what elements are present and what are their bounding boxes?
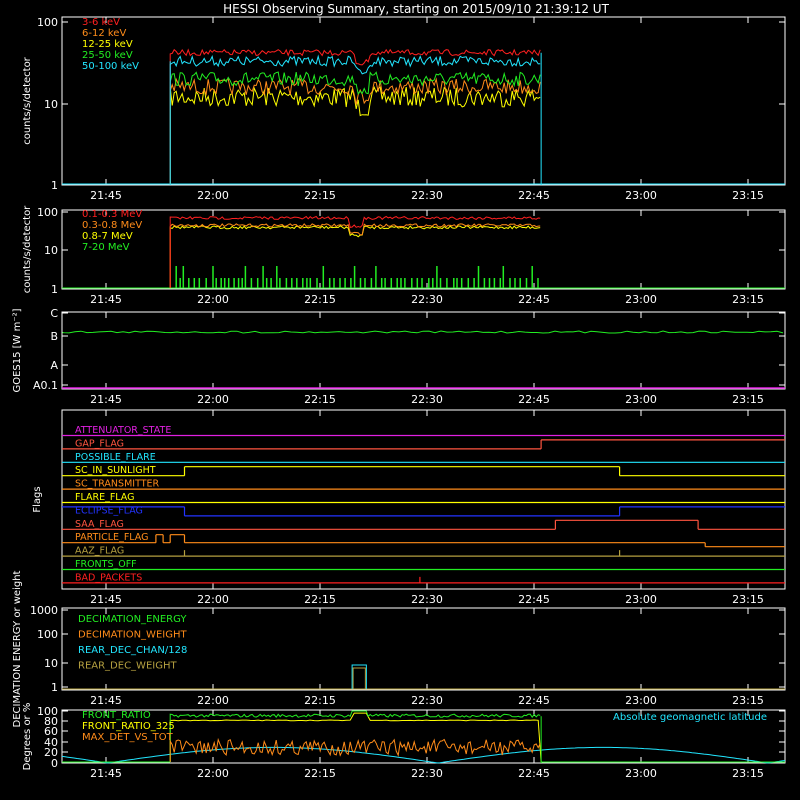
legend-item: DECIMATION_WEIGHT [78, 630, 187, 641]
x-tick-label: 22:30 [411, 293, 443, 306]
legend-item: REAR_DEC_CHAN/128 [78, 645, 187, 656]
x-tick-label: 21:45 [90, 767, 122, 780]
legend-item: MAX_DET_VS_TOT [82, 732, 174, 743]
x-tick-label: 23:15 [732, 393, 764, 406]
flag-label: ATTENUATOR_STATE [75, 425, 171, 436]
legend-item: 3-6 keV [82, 17, 120, 28]
flag-label: SC_TRANSMITTER [75, 479, 160, 490]
y-tick-label: 100 [37, 206, 58, 219]
annotation-label: Absolute geomagnetic latitude [613, 712, 767, 723]
x-tick-label: 22:45 [518, 393, 550, 406]
x-tick-label: 22:00 [197, 767, 229, 780]
x-tick-label: 23:00 [625, 593, 657, 606]
x-tick-label: 22:00 [197, 293, 229, 306]
y-tick-label: 1 [51, 283, 58, 296]
legend-item: REAR_DEC_WEIGHT [78, 661, 177, 672]
x-tick-label: 22:30 [411, 694, 443, 707]
y-axis-label: Degrees or % [22, 703, 33, 771]
x-tick-label: 23:15 [732, 767, 764, 780]
x-tick-label: 22:00 [197, 694, 229, 707]
x-tick-label: 21:45 [90, 694, 122, 707]
y-tick-label: 1000 [30, 604, 58, 617]
x-tick-label: 22:45 [518, 293, 550, 306]
x-tick-label: 22:15 [304, 293, 336, 306]
chart-title: HESSI Observing Summary, starting on 201… [223, 2, 609, 16]
flag-label: AAZ_FLAG [75, 546, 124, 557]
x-tick-label: 22:45 [518, 189, 550, 202]
flag-label: PARTICLE_FLAG [75, 532, 148, 543]
flag-label: SAA_FLAG [75, 519, 124, 530]
legend-item: 0.8-7 MeV [82, 231, 133, 242]
legend-item: 0.1-0.3 MeV [82, 209, 142, 220]
flag-label: GAP_FLAG [75, 438, 124, 449]
x-tick-label: 23:00 [625, 767, 657, 780]
y-tick-label: 100 [37, 705, 58, 718]
x-tick-label: 21:45 [90, 593, 122, 606]
y-axis-label: counts/s/detector [22, 205, 33, 293]
y-tick-label: A [50, 359, 58, 372]
x-tick-label: 22:30 [411, 767, 443, 780]
flag-label: SC_IN_SUNLIGHT [75, 465, 156, 476]
y-tick-label: 100 [37, 628, 58, 641]
y-axis-label: Flags [32, 486, 43, 512]
x-tick-label: 22:00 [197, 393, 229, 406]
y-tick-label: B [50, 330, 58, 343]
x-tick-label: 22:30 [411, 593, 443, 606]
x-tick-label: 22:15 [304, 393, 336, 406]
legend-item: FRONT_RATIO [82, 710, 151, 721]
y-tick-label: 100 [37, 16, 58, 29]
y-tick-label: 1 [51, 179, 58, 192]
legend-item: 0.3-0.8 MeV [82, 220, 142, 231]
x-tick-label: 23:00 [625, 293, 657, 306]
x-tick-label: 22:00 [197, 593, 229, 606]
legend-item: 50-100 keV [82, 61, 139, 72]
x-tick-label: 22:15 [304, 593, 336, 606]
x-tick-label: 22:45 [518, 694, 550, 707]
legend-item: 7-20 MeV [82, 242, 130, 253]
x-tick-label: 22:30 [411, 393, 443, 406]
x-tick-label: 22:15 [304, 694, 336, 707]
x-tick-label: 22:30 [411, 189, 443, 202]
x-tick-label: 22:15 [304, 189, 336, 202]
legend-item: DECIMATION_ENERGY [78, 614, 187, 625]
y-tick-label: 10 [44, 98, 58, 111]
x-tick-label: 23:00 [625, 694, 657, 707]
x-tick-label: 23:15 [732, 293, 764, 306]
x-tick-label: 22:45 [518, 593, 550, 606]
x-tick-label: 23:15 [732, 694, 764, 707]
x-tick-label: 21:45 [90, 293, 122, 306]
flag-label: FRONTS_OFF [75, 559, 137, 570]
y-tick-label: 1 [51, 681, 58, 694]
x-tick-label: 21:45 [90, 189, 122, 202]
flag-label: BAD_PACKETS [75, 572, 142, 583]
legend-item: FRONT_RATIO_325 [82, 721, 175, 732]
y-axis-label: counts/s/detector [22, 56, 33, 144]
x-tick-label: 23:15 [732, 189, 764, 202]
legend-item: 12-25 keV [82, 39, 133, 50]
flag-label: POSSIBLE_FLARE [75, 452, 156, 463]
x-tick-label: 23:00 [625, 189, 657, 202]
y-tick-label: A0.1 [33, 379, 58, 392]
hessi-summary-chart: HESSI Observing Summary, starting on 201… [0, 0, 800, 800]
x-tick-label: 21:45 [90, 393, 122, 406]
x-tick-label: 22:45 [518, 767, 550, 780]
x-tick-label: 23:15 [732, 593, 764, 606]
flag-label: ECLIPSE_FLAG [75, 505, 143, 516]
legend-item: 25-50 keV [82, 50, 133, 61]
x-tick-label: 22:15 [304, 767, 336, 780]
legend-item: 6-12 keV [82, 28, 126, 39]
y-tick-label: C [50, 307, 58, 320]
y-tick-label: 10 [44, 657, 58, 670]
flag-label: FLARE_FLAG [75, 492, 135, 503]
y-tick-label: 10 [44, 244, 58, 257]
x-tick-label: 22:00 [197, 189, 229, 202]
y-axis-label: GOES15 [W m⁻²] [12, 308, 23, 392]
x-tick-label: 23:00 [625, 393, 657, 406]
